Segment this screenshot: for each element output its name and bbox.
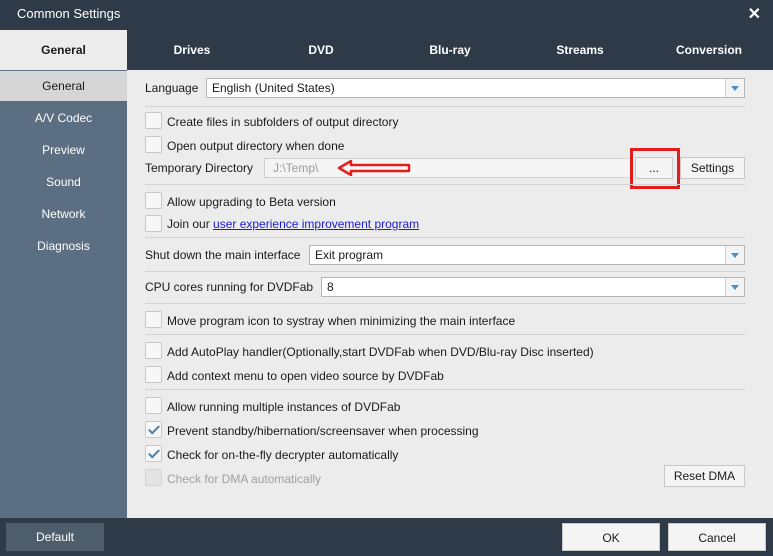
window-title: Common Settings xyxy=(17,6,121,21)
chevron-down-icon[interactable] xyxy=(725,278,744,296)
ok-button[interactable]: OK xyxy=(562,523,660,551)
divider xyxy=(145,303,745,304)
tab-dvd[interactable]: DVD xyxy=(257,30,385,70)
settings-button[interactable]: Settings xyxy=(680,157,745,179)
divider xyxy=(145,106,745,107)
open-output-label: Open output directory when done xyxy=(167,139,345,153)
tab-drives[interactable]: Drives xyxy=(127,30,257,70)
join-prefix: Join our xyxy=(167,217,214,231)
temp-dir-label: Temporary Directory xyxy=(145,161,254,175)
systray-label: Move program icon to systray when minimi… xyxy=(167,314,516,328)
sidebar: General A/V Codec Preview Sound Network … xyxy=(0,70,127,518)
open-output-checkbox[interactable] xyxy=(145,136,162,153)
sidebar-item-preview[interactable]: Preview xyxy=(0,135,127,165)
create-subfolders-label: Create files in subfolders of output dir… xyxy=(167,115,399,129)
top-tabs: General Drives DVD Blu-ray Streams Conve… xyxy=(0,30,773,70)
join-program-checkbox[interactable] xyxy=(145,215,162,232)
systray-checkbox[interactable] xyxy=(145,311,162,328)
shutdown-label: Shut down the main interface xyxy=(145,248,301,262)
footer: Default OK Cancel xyxy=(0,518,773,556)
cpu-cores-label: CPU cores running for DVDFab xyxy=(145,280,314,294)
common-settings-window: Common Settings ✕ General Drives DVD Blu… xyxy=(0,0,773,556)
context-menu-label: Add context menu to open video source by… xyxy=(167,369,444,383)
settings-panel: Language English (United States) Create … xyxy=(127,70,773,518)
tab-conversion[interactable]: Conversion xyxy=(645,30,773,70)
improvement-program-link[interactable]: user experience improvement program xyxy=(213,217,419,231)
prevent-standby-checkbox[interactable] xyxy=(145,421,162,438)
language-value: English (United States) xyxy=(212,81,335,95)
tab-blu-ray[interactable]: Blu-ray xyxy=(385,30,515,70)
reset-dma-button[interactable]: Reset DMA xyxy=(664,465,745,487)
divider xyxy=(145,271,745,272)
prevent-standby-label: Prevent standby/hibernation/screensaver … xyxy=(167,424,479,438)
language-label: Language xyxy=(145,81,199,95)
sidebar-item-av-codec[interactable]: A/V Codec xyxy=(0,103,127,133)
cpu-cores-value: 8 xyxy=(327,280,334,294)
divider xyxy=(145,334,745,335)
dma-label: Check for DMA automatically xyxy=(167,472,322,486)
cpu-cores-select[interactable]: 8 xyxy=(321,277,745,297)
chevron-down-icon[interactable] xyxy=(725,79,744,97)
dma-checkbox xyxy=(145,469,162,486)
title-bar: Common Settings ✕ xyxy=(0,0,773,28)
temp-dir-value: J:\Temp\ xyxy=(273,161,319,175)
language-select[interactable]: English (United States) xyxy=(206,78,745,98)
multiple-instances-label: Allow running multiple instances of DVDF… xyxy=(167,400,401,414)
highlight-box xyxy=(630,148,680,189)
on-the-fly-label: Check for on-the-fly decrypter automatic… xyxy=(167,448,399,462)
on-the-fly-checkbox[interactable] xyxy=(145,445,162,462)
temp-dir-field[interactable]: J:\Temp\ xyxy=(264,158,632,178)
beta-upgrade-checkbox[interactable] xyxy=(145,192,162,209)
context-menu-checkbox[interactable] xyxy=(145,366,162,383)
shutdown-select[interactable]: Exit program xyxy=(309,245,745,265)
default-button[interactable]: Default xyxy=(6,523,104,551)
sidebar-item-network[interactable]: Network xyxy=(0,199,127,229)
multiple-instances-checkbox[interactable] xyxy=(145,397,162,414)
divider xyxy=(145,237,745,238)
divider xyxy=(145,389,745,390)
join-program-text: Join our user experience improvement pro… xyxy=(167,217,419,231)
sidebar-item-general[interactable]: General xyxy=(0,71,127,101)
tab-streams[interactable]: Streams xyxy=(515,30,645,70)
shutdown-value: Exit program xyxy=(315,248,384,262)
close-icon[interactable]: ✕ xyxy=(748,4,761,24)
sidebar-item-sound[interactable]: Sound xyxy=(0,167,127,197)
red-arrow-annotation-icon xyxy=(337,160,411,176)
create-subfolders-checkbox[interactable] xyxy=(145,112,162,129)
autoplay-label: Add AutoPlay handler(Optionally,start DV… xyxy=(167,345,594,359)
chevron-down-icon[interactable] xyxy=(725,246,744,264)
autoplay-checkbox[interactable] xyxy=(145,342,162,359)
sidebar-item-diagnosis[interactable]: Diagnosis xyxy=(0,231,127,261)
divider xyxy=(145,184,745,185)
cancel-button[interactable]: Cancel xyxy=(668,523,766,551)
tab-general[interactable]: General xyxy=(0,30,127,70)
beta-upgrade-label: Allow upgrading to Beta version xyxy=(167,195,336,209)
